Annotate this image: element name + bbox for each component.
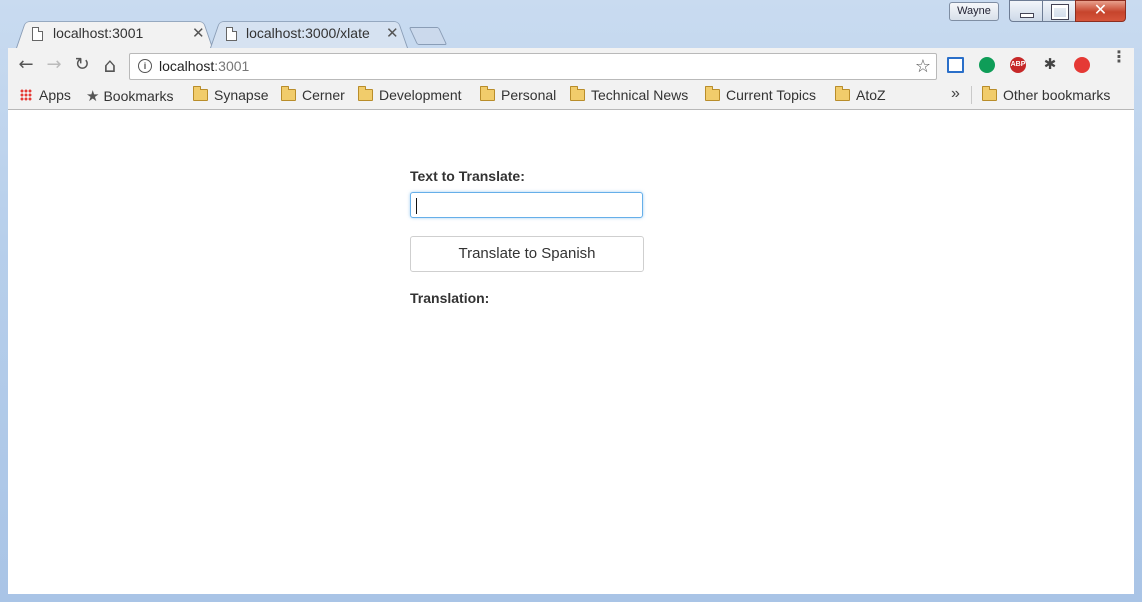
text-to-translate-input[interactable] [410, 192, 643, 218]
address-bar[interactable]: i localhost:3001 ☆ [129, 53, 937, 80]
folder-icon [193, 86, 208, 101]
tab-title: localhost:3001 [53, 25, 144, 41]
folder-icon [705, 86, 720, 101]
close-icon: ✕ [1093, 0, 1108, 19]
adblock-plus-icon[interactable]: ABP [1010, 57, 1026, 73]
translation-label: Translation: [410, 290, 490, 306]
star-icon: ★ [86, 88, 100, 105]
page-viewport: Text to Translate: Translate to Spanish … [8, 110, 1134, 594]
home-icon[interactable]: ⌂ [100, 55, 120, 75]
folder-icon [835, 86, 850, 101]
opera-icon[interactable] [1074, 57, 1090, 73]
calendar-extension-icon[interactable] [947, 57, 964, 73]
bookmark-current-topics[interactable]: Current Topics [705, 86, 816, 103]
browser-toolbar: ← → ↻ ⌂ i localhost:3001 ☆ ABP ✱ ⋮ [8, 48, 1134, 82]
back-arrow-icon[interactable]: ← [16, 55, 36, 75]
hangouts-icon[interactable] [979, 57, 995, 73]
info-icon[interactable]: i [138, 59, 152, 73]
bookmark-atoz[interactable]: AtoZ [835, 86, 886, 103]
new-tab-button[interactable] [408, 27, 448, 45]
tab-localhost-3001[interactable]: localhost:3001 ✕ [16, 18, 213, 48]
tab-localhost-3000-xlate[interactable]: localhost:3000/xlate ✕ [210, 18, 408, 48]
forward-arrow-icon[interactable]: → [44, 55, 64, 75]
bookmark-other-bookmarks[interactable]: Other bookmarks [982, 86, 1110, 103]
browser-window: Wayne ✕ localhost:3001 ✕ localhost:3000/… [0, 0, 1142, 602]
text-caret [416, 198, 417, 214]
bookmark-development[interactable]: Development [358, 86, 462, 103]
profile-button[interactable]: Wayne [949, 2, 999, 21]
page-icon [32, 27, 43, 41]
menu-icon[interactable]: ⋮ [1111, 50, 1127, 66]
reload-icon[interactable]: ↻ [72, 55, 92, 75]
bookmark-cerner[interactable]: Cerner [281, 86, 345, 103]
tab-title: localhost:3000/xlate [246, 25, 370, 41]
folder-icon [480, 86, 495, 101]
minimize-button[interactable] [1009, 0, 1043, 22]
bookmarks-overflow-icon[interactable]: » [951, 85, 960, 103]
page-icon [226, 27, 237, 41]
translate-form: Text to Translate: Translate to Spanish … [410, 168, 650, 306]
translate-button[interactable]: Translate to Spanish [410, 236, 644, 272]
bookmark-star-icon[interactable]: ☆ [915, 56, 931, 77]
maximize-button[interactable] [1042, 0, 1076, 22]
bookmark-synapse[interactable]: Synapse [193, 86, 268, 103]
apps-grid-icon [20, 89, 32, 101]
spider-extension-icon[interactable]: ✱ [1042, 57, 1058, 73]
bookmark-bookmarks[interactable]: ★ Bookmarks [86, 87, 173, 105]
bookmark-technical-news[interactable]: Technical News [570, 86, 688, 103]
folder-icon [570, 86, 585, 101]
tab-close-icon[interactable]: ✕ [386, 24, 399, 42]
input-label: Text to Translate: [410, 168, 525, 184]
bookmarks-divider [971, 86, 972, 104]
bookmark-personal[interactable]: Personal [480, 86, 556, 103]
folder-icon [358, 86, 373, 101]
folder-icon [281, 86, 296, 101]
folder-icon [982, 86, 997, 101]
bookmarks-bar: Apps ★ Bookmarks Synapse Cerner Developme… [8, 82, 1134, 110]
tab-close-icon[interactable]: ✕ [192, 24, 205, 42]
close-window-button[interactable]: ✕ [1075, 0, 1126, 22]
bookmark-apps[interactable]: Apps [20, 87, 71, 103]
url-text: localhost:3001 [159, 58, 250, 74]
